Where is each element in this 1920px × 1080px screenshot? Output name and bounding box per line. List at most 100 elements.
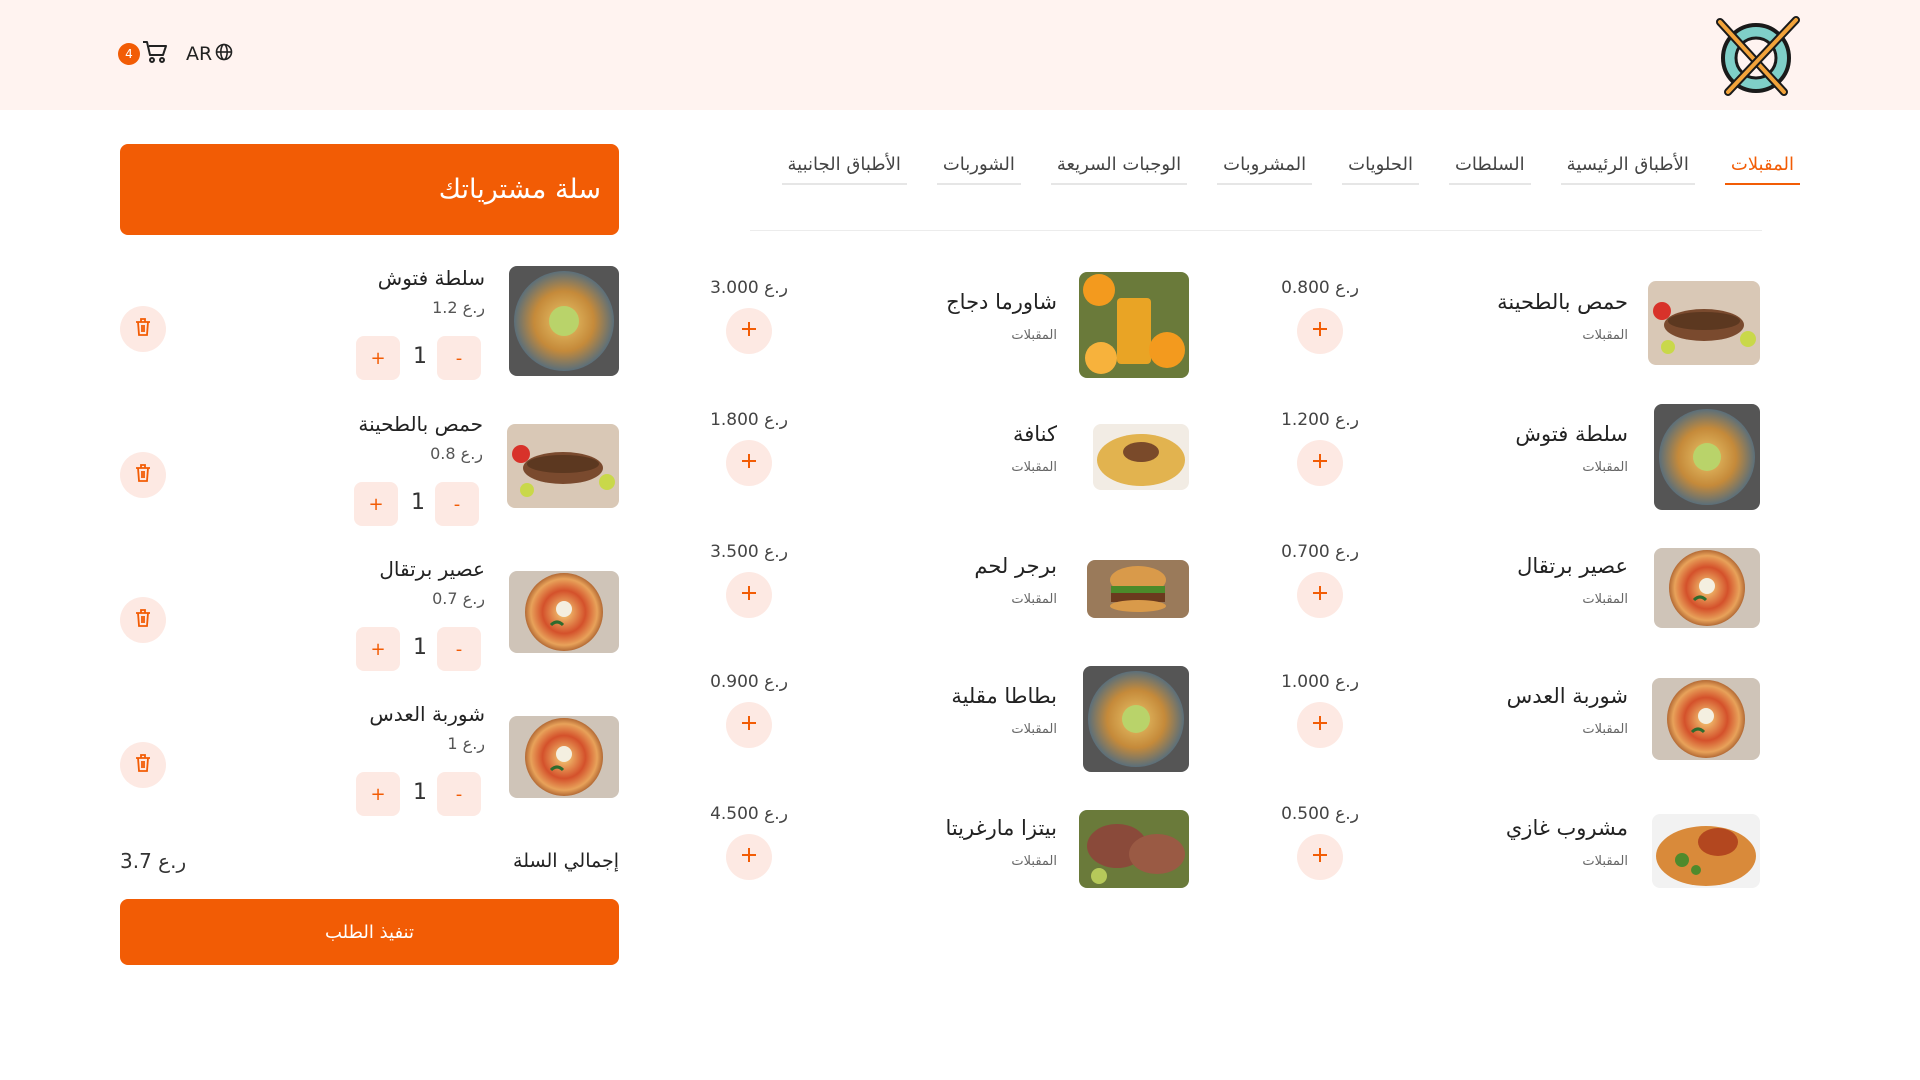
cart-item-price: 0.7 ر.ع: [432, 589, 485, 608]
plus-icon: [740, 452, 758, 474]
cart-item-image: [509, 716, 619, 798]
trash-icon: [134, 753, 152, 777]
add-to-cart-button[interactable]: [726, 440, 772, 486]
product-price: 1.200 ر.ع: [1281, 410, 1359, 430]
cart-item-image: [509, 266, 619, 376]
add-to-cart-button[interactable]: [726, 834, 772, 880]
product-price: 0.800 ر.ع: [1281, 278, 1359, 298]
product-category: المقبلات: [1011, 328, 1057, 343]
increase-qty-button[interactable]: +: [354, 482, 398, 526]
cart-total-value: 3.7 ر.ع: [120, 849, 187, 873]
remove-item-button[interactable]: [120, 452, 166, 498]
cart-item-name: حمص بالطحينة: [358, 412, 483, 436]
globe-icon: [215, 43, 233, 66]
product-card[interactable]: كنافة المقبلات 1.800 ر.ع: [709, 404, 1189, 514]
product-name: بطاطا مقلية: [951, 684, 1057, 708]
cart-title: سلة مشترياتك: [438, 174, 601, 205]
product-card[interactable]: شوربة العدس المقبلات 1.000 ر.ع: [1280, 666, 1760, 776]
product-price: 3.000 ر.ع: [710, 278, 788, 298]
product-name: مشروب غازي: [1505, 816, 1628, 840]
product-image: [1083, 666, 1189, 772]
product-card[interactable]: مشروب غازي المقبلات 0.500 ر.ع: [1280, 798, 1760, 908]
cart-item-price: 0.8 ر.ع: [430, 444, 483, 463]
remove-item-button[interactable]: [120, 742, 166, 788]
product-image: [1648, 281, 1760, 365]
product-image: [1654, 404, 1760, 510]
product-category: المقبلات: [1582, 592, 1628, 607]
add-to-cart-button[interactable]: [1297, 702, 1343, 748]
header-cart-button[interactable]: 4: [118, 40, 168, 68]
remove-item-button[interactable]: [120, 306, 166, 352]
product-category: المقبلات: [1011, 722, 1057, 737]
product-category: المقبلات: [1011, 592, 1057, 607]
product-name: كنافة: [1012, 422, 1057, 446]
restaurant-logo[interactable]: [1712, 16, 1800, 96]
product-name: حمص بالطحينة: [1497, 290, 1628, 314]
product-name: شاورما دجاج: [946, 290, 1057, 314]
product-price: 4.500 ر.ع: [710, 804, 788, 824]
product-card[interactable]: عصير برتقال المقبلات 0.700 ر.ع: [1280, 536, 1760, 646]
increase-qty-button[interactable]: +: [356, 336, 400, 380]
cart-item-name: عصير برتقال: [379, 557, 485, 581]
product-category: المقبلات: [1582, 328, 1628, 343]
tab-side-dishes[interactable]: الأطباق الجانبية: [781, 150, 907, 185]
decrease-qty-button[interactable]: -: [435, 482, 479, 526]
add-to-cart-button[interactable]: [1297, 834, 1343, 880]
product-image: [1093, 424, 1189, 490]
checkout-button[interactable]: تنفيذ الطلب: [120, 899, 619, 965]
product-card[interactable]: حمص بالطحينة المقبلات 0.800 ر.ع: [1280, 272, 1760, 382]
tabs-divider: [750, 230, 1762, 231]
tab-appetizers[interactable]: المقبلات: [1724, 150, 1800, 185]
cart-item-image: [507, 424, 619, 508]
cart-item: سلطة فتوش 1.2 ر.ع + 1 -: [120, 266, 619, 386]
add-to-cart-button[interactable]: [726, 572, 772, 618]
product-price: 0.700 ر.ع: [1281, 542, 1359, 562]
product-card[interactable]: سلطة فتوش المقبلات 1.200 ر.ع: [1280, 404, 1760, 514]
increase-qty-button[interactable]: +: [356, 772, 400, 816]
tab-main-dishes[interactable]: الأطباق الرئيسية: [1560, 150, 1695, 185]
product-card[interactable]: برجر لحم المقبلات 3.500 ر.ع: [709, 536, 1189, 646]
product-category: المقبلات: [1011, 854, 1057, 869]
increase-qty-button[interactable]: +: [356, 627, 400, 671]
tab-drinks[interactable]: المشروبات: [1217, 150, 1313, 185]
cart-item: حمص بالطحينة 0.8 ر.ع + 1 -: [120, 412, 619, 532]
tab-soups[interactable]: الشوربات: [936, 150, 1021, 185]
decrease-qty-button[interactable]: -: [437, 627, 481, 671]
product-price: 3.500 ر.ع: [710, 542, 788, 562]
cart-item-price: 1 ر.ع: [447, 734, 485, 753]
tab-desserts[interactable]: الحلويات: [1342, 150, 1419, 185]
category-tabs: المقبلات الأطباق الرئيسية السلطات الحلوي…: [781, 150, 1800, 185]
add-to-cart-button[interactable]: [726, 308, 772, 354]
product-category: المقبلات: [1582, 460, 1628, 475]
remove-item-button[interactable]: [120, 597, 166, 643]
cart-item-price: 1.2 ر.ع: [432, 298, 485, 317]
product-price: 0.500 ر.ع: [1281, 804, 1359, 824]
cart-item-name: سلطة فتوش: [377, 266, 485, 290]
product-image: [1654, 548, 1760, 628]
tab-fast-food[interactable]: الوجبات السريعة: [1050, 150, 1188, 185]
decrease-qty-button[interactable]: -: [437, 772, 481, 816]
add-to-cart-button[interactable]: [726, 702, 772, 748]
add-to-cart-button[interactable]: [1297, 308, 1343, 354]
checkout-label: تنفيذ الطلب: [324, 921, 415, 943]
language-label: AR: [186, 43, 213, 65]
trash-icon: [134, 463, 152, 487]
product-price: 0.900 ر.ع: [710, 672, 788, 692]
add-to-cart-button[interactable]: [1297, 440, 1343, 486]
language-switcher[interactable]: AR: [186, 43, 233, 66]
product-name: سلطة فتوش: [1515, 422, 1628, 446]
cart-total-label: إجمالي السلة: [513, 850, 619, 872]
product-name: عصير برتقال: [1517, 554, 1628, 578]
product-card[interactable]: بيتزا مارغريتا المقبلات 4.500 ر.ع: [709, 798, 1189, 908]
decrease-qty-button[interactable]: -: [437, 336, 481, 380]
plus-icon: [1311, 846, 1329, 868]
plus-icon: [740, 320, 758, 342]
product-image: [1079, 272, 1189, 378]
product-category: المقبلات: [1582, 854, 1628, 869]
cart-item-image: [509, 571, 619, 653]
product-card[interactable]: بطاطا مقلية المقبلات 0.900 ر.ع: [709, 666, 1189, 776]
tab-salads[interactable]: السلطات: [1448, 150, 1531, 185]
add-to-cart-button[interactable]: [1297, 572, 1343, 618]
cart-item-name: شوربة العدس: [369, 702, 485, 726]
product-card[interactable]: شاورما دجاج المقبلات 3.000 ر.ع: [709, 272, 1189, 382]
